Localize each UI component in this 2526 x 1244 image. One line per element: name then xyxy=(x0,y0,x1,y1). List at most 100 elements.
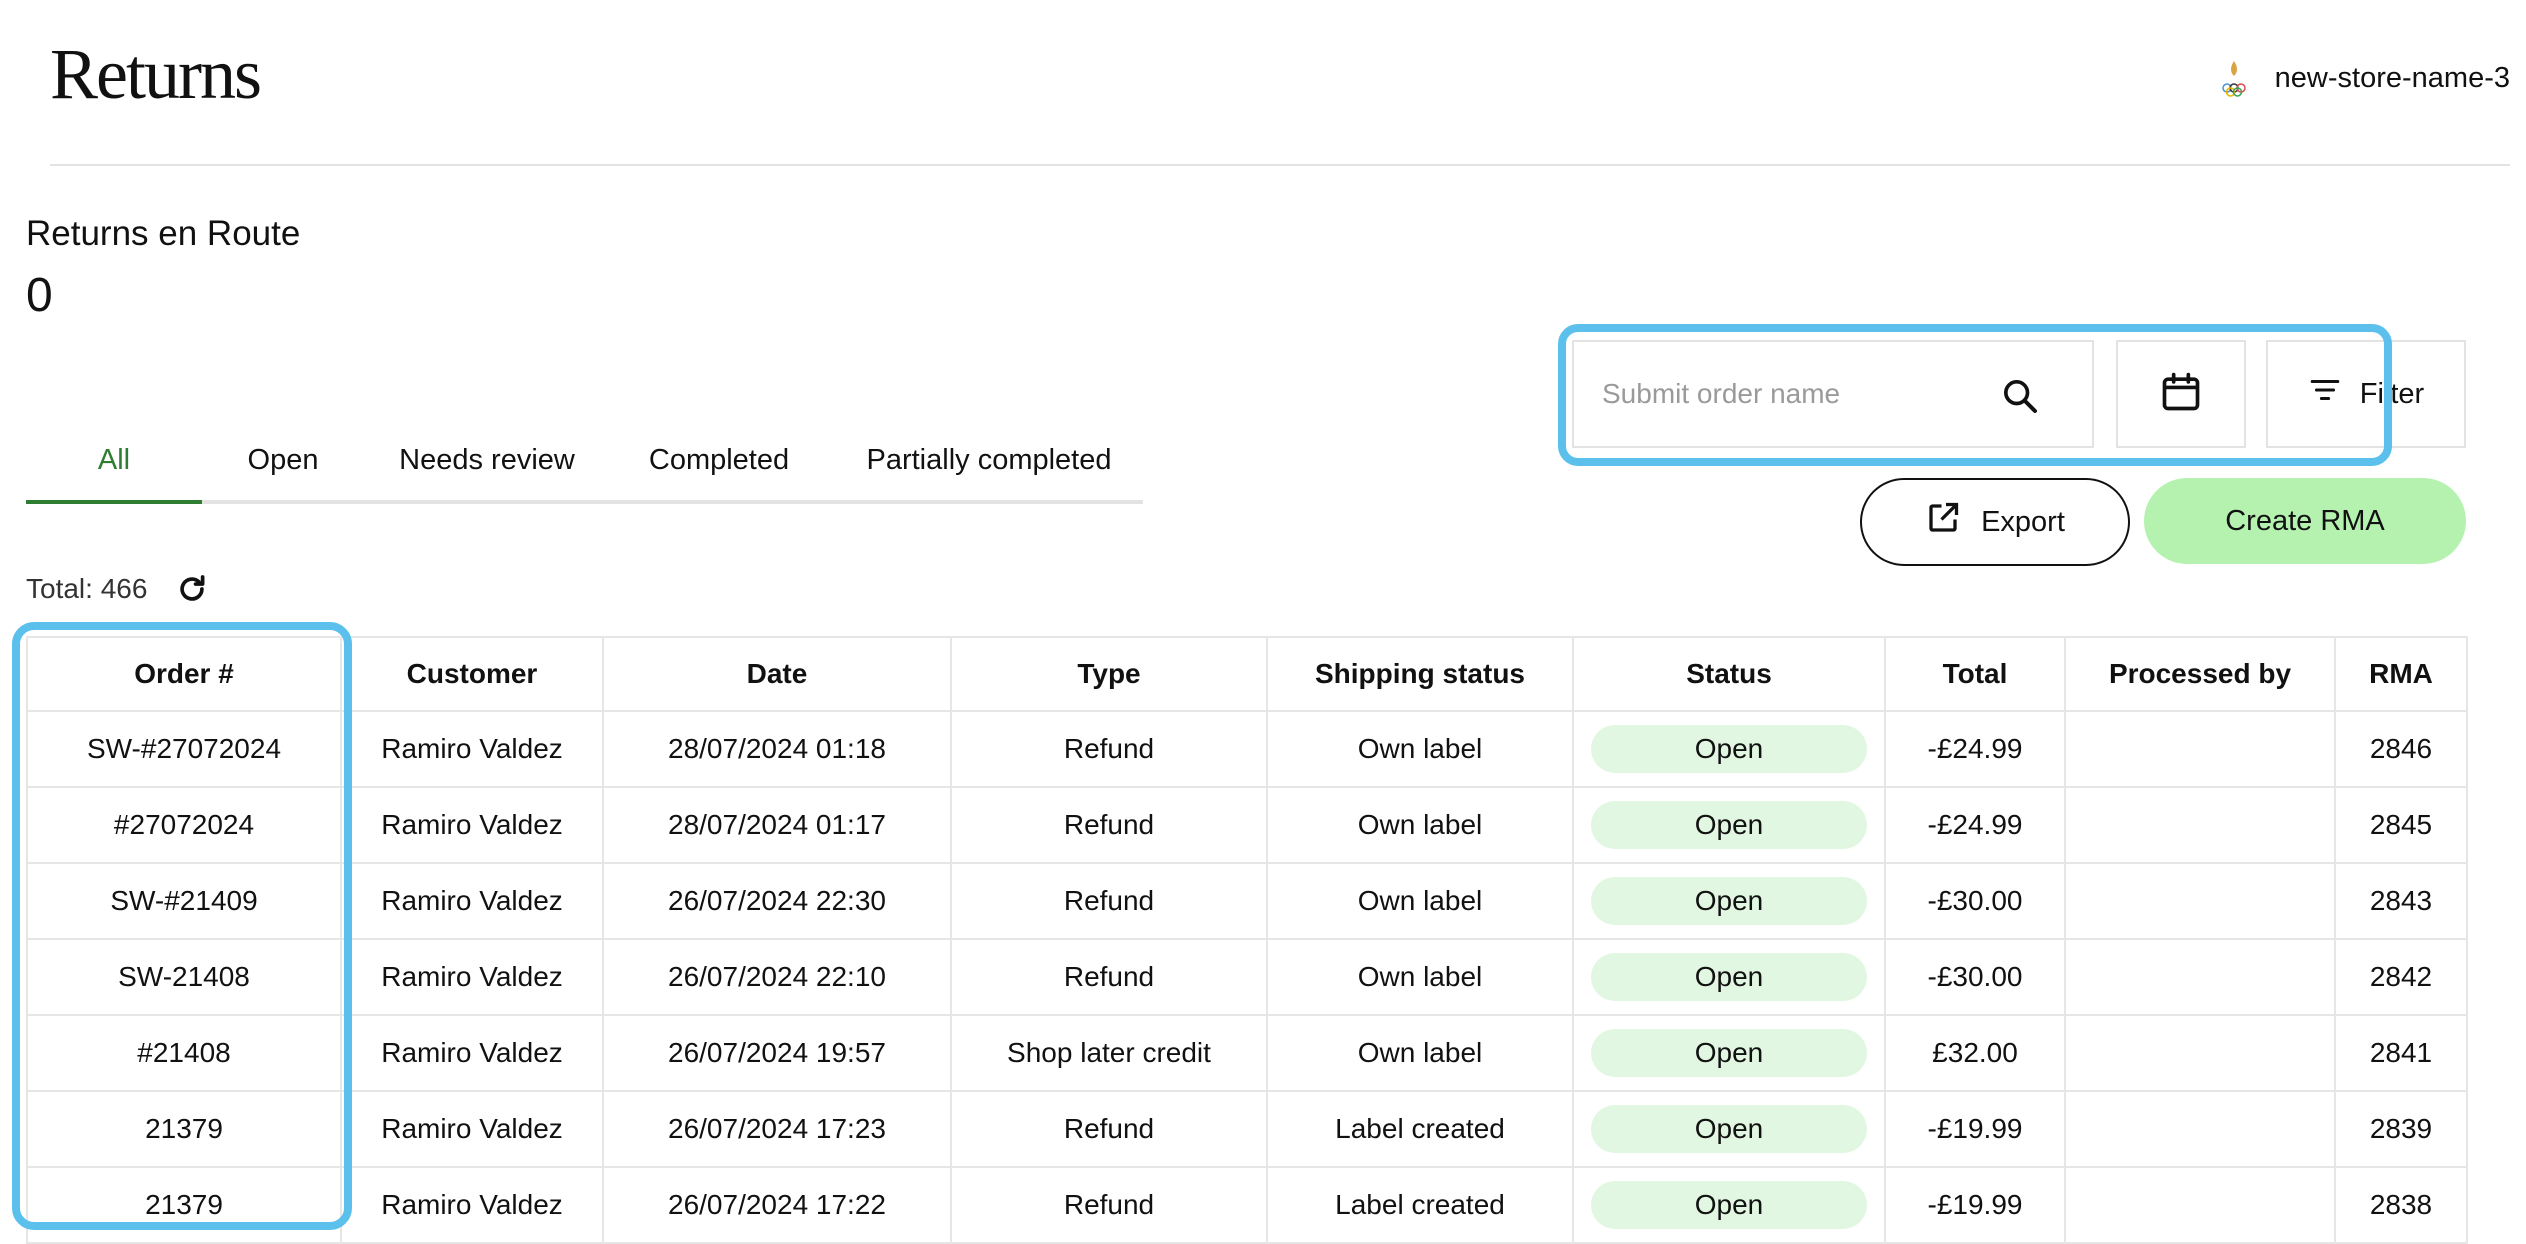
status-badge: Open xyxy=(1591,877,1867,925)
cell-order[interactable]: SW-#27072024 xyxy=(26,710,342,788)
column-header-type[interactable]: Type xyxy=(950,636,1268,712)
status-badge: Open xyxy=(1591,801,1867,849)
cell-rma: 2843 xyxy=(2334,862,2468,940)
refresh-icon[interactable] xyxy=(175,572,209,606)
status-badge: Open xyxy=(1591,725,1867,773)
cell-type: Refund xyxy=(950,938,1268,1016)
cell-total: -£19.99 xyxy=(1884,1090,2066,1168)
table-row[interactable]: SW-21408 Ramiro Valdez 26/07/2024 22:10 Ref… xyxy=(26,938,2468,1016)
cell-date: 26/07/2024 17:23 xyxy=(602,1090,952,1168)
cell-processed-by xyxy=(2064,938,2336,1016)
cell-processed-by xyxy=(2064,862,2336,940)
store-name: new-store-name-3 xyxy=(2274,61,2510,94)
cell-shipping-status: Own label xyxy=(1266,786,1574,864)
cell-status: Open xyxy=(1572,710,1886,788)
cell-type: Refund xyxy=(950,1166,1268,1244)
returns-table: Order # Customer Date Type Shipping status St… xyxy=(26,636,2468,1244)
cell-order[interactable]: 21379 xyxy=(26,1090,342,1168)
cell-rma: 2838 xyxy=(2334,1166,2468,1244)
cell-date: 26/07/2024 22:10 xyxy=(602,938,952,1016)
cell-status: Open xyxy=(1572,1090,1886,1168)
cell-date: 26/07/2024 19:57 xyxy=(602,1014,952,1092)
cell-order[interactable]: #27072024 xyxy=(26,786,342,864)
tab-needs-review[interactable]: Needs review xyxy=(372,420,602,500)
store-logo-icon xyxy=(2219,58,2249,98)
table-row[interactable]: SW-#21409 Ramiro Valdez 26/07/2024 22:30 Re… xyxy=(26,862,2468,940)
table-row[interactable]: 21379 Ramiro Valdez 26/07/2024 17:22 Refund… xyxy=(26,1166,2468,1244)
cell-order[interactable]: 21379 xyxy=(26,1166,342,1244)
cell-customer: Ramiro Valdez xyxy=(340,1166,604,1244)
cell-order[interactable]: SW-#21409 xyxy=(26,862,342,940)
export-button[interactable]: Export xyxy=(1860,478,2130,566)
cell-customer: Ramiro Valdez xyxy=(340,938,604,1016)
cell-rma: 2842 xyxy=(2334,938,2468,1016)
cell-shipping-status: Own label xyxy=(1266,862,1574,940)
column-header-date[interactable]: Date xyxy=(602,636,952,712)
cell-customer: Ramiro Valdez xyxy=(340,710,604,788)
cell-shipping-status: Own label xyxy=(1266,1014,1574,1092)
create-rma-button[interactable]: Create RMA xyxy=(2144,478,2466,564)
column-header-processed-by[interactable]: Processed by xyxy=(2064,636,2336,712)
tab-partially-completed[interactable]: Partially completed xyxy=(844,420,1134,500)
cell-status: Open xyxy=(1572,862,1886,940)
tab-all[interactable]: All xyxy=(26,420,202,504)
cell-rma: 2846 xyxy=(2334,710,2468,788)
cell-order[interactable]: #21408 xyxy=(26,1014,342,1092)
total-label: Total: 466 xyxy=(26,573,148,604)
store-switcher[interactable]: new-store-name-3 xyxy=(2219,58,2510,98)
cell-shipping-status: Label created xyxy=(1266,1090,1574,1168)
column-header-shipping-status[interactable]: Shipping status xyxy=(1266,636,1574,712)
cell-customer: Ramiro Valdez xyxy=(340,1090,604,1168)
cell-rma: 2841 xyxy=(2334,1014,2468,1092)
page-title: Returns xyxy=(50,34,262,114)
cell-date: 26/07/2024 22:30 xyxy=(602,862,952,940)
column-header-customer[interactable]: Customer xyxy=(340,636,604,712)
column-header-total[interactable]: Total xyxy=(1884,636,2066,712)
cell-processed-by xyxy=(2064,786,2336,864)
cell-total: -£30.00 xyxy=(1884,938,2066,1016)
cell-processed-by xyxy=(2064,1166,2336,1244)
cell-rma: 2839 xyxy=(2334,1090,2468,1168)
cell-type: Refund xyxy=(950,862,1268,940)
column-header-order[interactable]: Order # xyxy=(26,636,342,712)
column-header-status[interactable]: Status xyxy=(1572,636,1886,712)
external-link-icon xyxy=(1925,500,1961,544)
cell-customer: Ramiro Valdez xyxy=(340,1014,604,1092)
cell-status: Open xyxy=(1572,1166,1886,1244)
returns-en-route-value: 0 xyxy=(26,269,53,322)
status-badge: Open xyxy=(1591,953,1867,1001)
cell-date: 28/07/2024 01:18 xyxy=(602,710,952,788)
cell-shipping-status: Own label xyxy=(1266,938,1574,1016)
status-badge: Open xyxy=(1591,1029,1867,1077)
cell-total: -£30.00 xyxy=(1884,862,2066,940)
cell-processed-by xyxy=(2064,1090,2336,1168)
cell-rma: 2845 xyxy=(2334,786,2468,864)
cell-type: Refund xyxy=(950,1090,1268,1168)
table-row[interactable]: #21408 Ramiro Valdez 26/07/2024 19:57 Shop … xyxy=(26,1014,2468,1092)
cell-status: Open xyxy=(1572,1014,1886,1092)
status-badge: Open xyxy=(1591,1181,1867,1229)
cell-processed-by xyxy=(2064,1014,2336,1092)
table-header-row: Order # Customer Date Type Shipping status St… xyxy=(26,636,2468,712)
total-count: Total: 466 xyxy=(26,572,209,606)
table-row[interactable]: SW-#27072024 Ramiro Valdez 28/07/2024 01:1… xyxy=(26,710,2468,788)
cell-customer: Ramiro Valdez xyxy=(340,786,604,864)
cell-date: 28/07/2024 01:17 xyxy=(602,786,952,864)
cell-shipping-status: Label created xyxy=(1266,1166,1574,1244)
cell-date: 26/07/2024 17:22 xyxy=(602,1166,952,1244)
table-row[interactable]: #27072024 Ramiro Valdez 28/07/2024 01:17 Re… xyxy=(26,786,2468,864)
returns-en-route-label: Returns en Route xyxy=(26,214,301,253)
tab-completed[interactable]: Completed xyxy=(612,420,826,500)
cell-total: -£24.99 xyxy=(1884,786,2066,864)
cell-type: Refund xyxy=(950,710,1268,788)
cell-order[interactable]: SW-21408 xyxy=(26,938,342,1016)
tab-open[interactable]: Open xyxy=(212,420,354,500)
export-label: Export xyxy=(1981,505,2065,538)
cell-type: Refund xyxy=(950,786,1268,864)
column-header-rma[interactable]: RMA xyxy=(2334,636,2468,712)
cell-type: Shop later credit xyxy=(950,1014,1268,1092)
status-badge: Open xyxy=(1591,1105,1867,1153)
highlight-toolbar xyxy=(1558,324,2392,466)
cell-shipping-status: Own label xyxy=(1266,710,1574,788)
table-row[interactable]: 21379 Ramiro Valdez 26/07/2024 17:23 Refund… xyxy=(26,1090,2468,1168)
